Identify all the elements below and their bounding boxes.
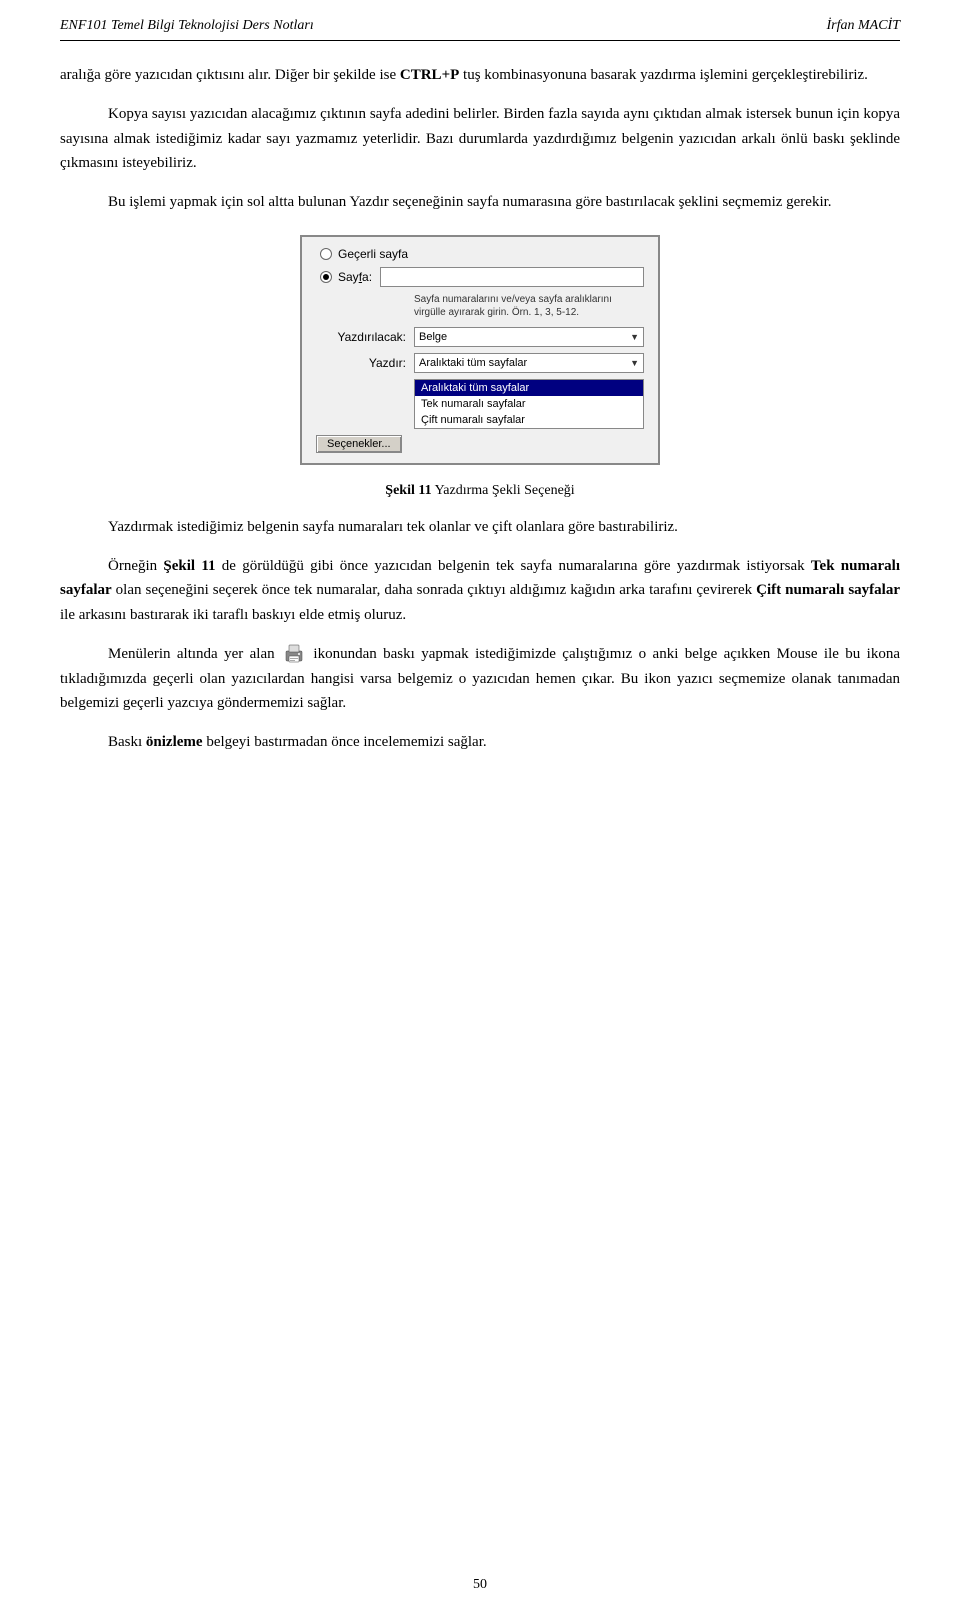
p1-text: aralığa göre yazıcıdan çıktısını alır. D… (60, 67, 868, 83)
paragraph-6: Örneğin Şekil 11 de görüldüğü gibi önce … (60, 554, 900, 628)
p8-bold: önizleme (146, 734, 203, 750)
paragraph-8: Baskı önizleme belgeyi bastırmadan önce … (60, 730, 900, 755)
yazdir-dropdown-list[interactable]: Aralıktaki tüm sayfalar Tek numaralı say… (414, 379, 644, 429)
p6-bold1: Şekil 11 (163, 558, 215, 574)
print-dialog[interactable]: Geçerli sayfa Sayfa: Sayfa numaralarını … (300, 235, 660, 465)
figure-caption-rest: Yazdırma Şekli Seçeneği (432, 483, 575, 498)
secenekler-button[interactable]: Seçenekler... (316, 435, 402, 453)
page-footer: 50 (0, 1577, 960, 1593)
p2-text: Kopya sayısı yazıcıdan alacağımız çıktın… (60, 106, 900, 172)
page-number: 50 (473, 1577, 487, 1592)
paragraph-2: Kopya sayısı yazıcıdan alacağımız çıktın… (60, 102, 900, 176)
p6-mid1: de görüldüğü gibi önce yazıcıdan belgeni… (216, 558, 811, 574)
figure-caption-bold: Şekil 11 (385, 483, 431, 498)
yazdirilacak-select[interactable]: Belge ▼ (414, 327, 644, 347)
p3-text: Bu işlemi yapmak için sol altta bulunan … (108, 194, 832, 210)
p8-baskı: Baskı (108, 734, 146, 750)
sayfa-input[interactable] (380, 267, 644, 287)
p5-text: Yazdırmak istediğimiz belgenin sayfa num… (108, 519, 678, 535)
sayfa-label: Sayfa: (338, 270, 372, 284)
dropdown-item-1[interactable]: Tek numaralı sayfalar (415, 396, 643, 412)
printer-icon (283, 643, 305, 665)
paragraph-5: Yazdırmak istediğimiz belgenin sayfa num… (60, 515, 900, 540)
p6-bold3: Çift numaralı sayfalar (756, 582, 900, 598)
dropdown-item-2[interactable]: Çift numaralı sayfalar (415, 412, 643, 428)
header-left: ENF101 Temel Bilgi Teknolojisi Ders Notl… (60, 18, 314, 34)
yazdir-select[interactable]: Aralıktaki tüm sayfalar ▼ (414, 353, 644, 373)
figure-caption: Şekil 11 Yazdırma Şekli Seçeneği (60, 483, 900, 499)
paragraph-1: aralığa göre yazıcıdan çıktısını alır. D… (60, 63, 900, 88)
dropdown-item-0[interactable]: Aralıktaki tüm sayfalar (415, 380, 643, 396)
dialog-container: Geçerli sayfa Sayfa: Sayfa numaralarını … (60, 235, 900, 465)
p6-pre: Örneğin (108, 558, 163, 574)
p7-pre: Menülerin altında yer alan (108, 646, 281, 662)
sayfa-row[interactable]: Sayfa: (320, 267, 644, 287)
yazdirilacak-value: Belge (419, 331, 447, 343)
gecerli-sayfa-row[interactable]: Geçerli sayfa (320, 247, 644, 261)
yazdir-arrow: ▼ (630, 358, 639, 368)
button-row: Seçenekler... (316, 435, 644, 453)
sayfa-radio[interactable] (320, 271, 332, 283)
p8-rest: belgeyi bastırmadan önce incelememizi sa… (203, 734, 487, 750)
yazdir-label: Yazdır: (316, 356, 406, 370)
p6-mid2: olan seçeneğini seçerek önce tek numaral… (112, 582, 757, 598)
gecerli-sayfa-label: Geçerli sayfa (338, 247, 408, 261)
paragraph-3: Bu işlemi yapmak için sol altta bulunan … (60, 190, 900, 215)
yazdir-row: Yazdır: Aralıktaki tüm sayfalar ▼ (316, 353, 644, 373)
p6-end: ile arkasını bastırarak iki taraflı bask… (60, 607, 406, 623)
yazdirilacak-row: Yazdırılacak: Belge ▼ (316, 327, 644, 347)
page-header: ENF101 Temel Bilgi Teknolojisi Ders Notl… (60, 18, 900, 41)
header-right: İrfan MACİT (827, 18, 901, 34)
sayfa-hint: Sayfa numaralarını ve/veya sayfa aralıkl… (414, 293, 644, 319)
yazdirilacak-label: Yazdırılacak: (316, 330, 406, 344)
paragraph-7: Menülerin altında yer alan ikonundan bas… (60, 642, 900, 716)
yazdir-value: Aralıktaki tüm sayfalar (419, 357, 527, 369)
gecerli-sayfa-radio[interactable] (320, 248, 332, 260)
yazdirilacak-arrow: ▼ (630, 332, 639, 342)
